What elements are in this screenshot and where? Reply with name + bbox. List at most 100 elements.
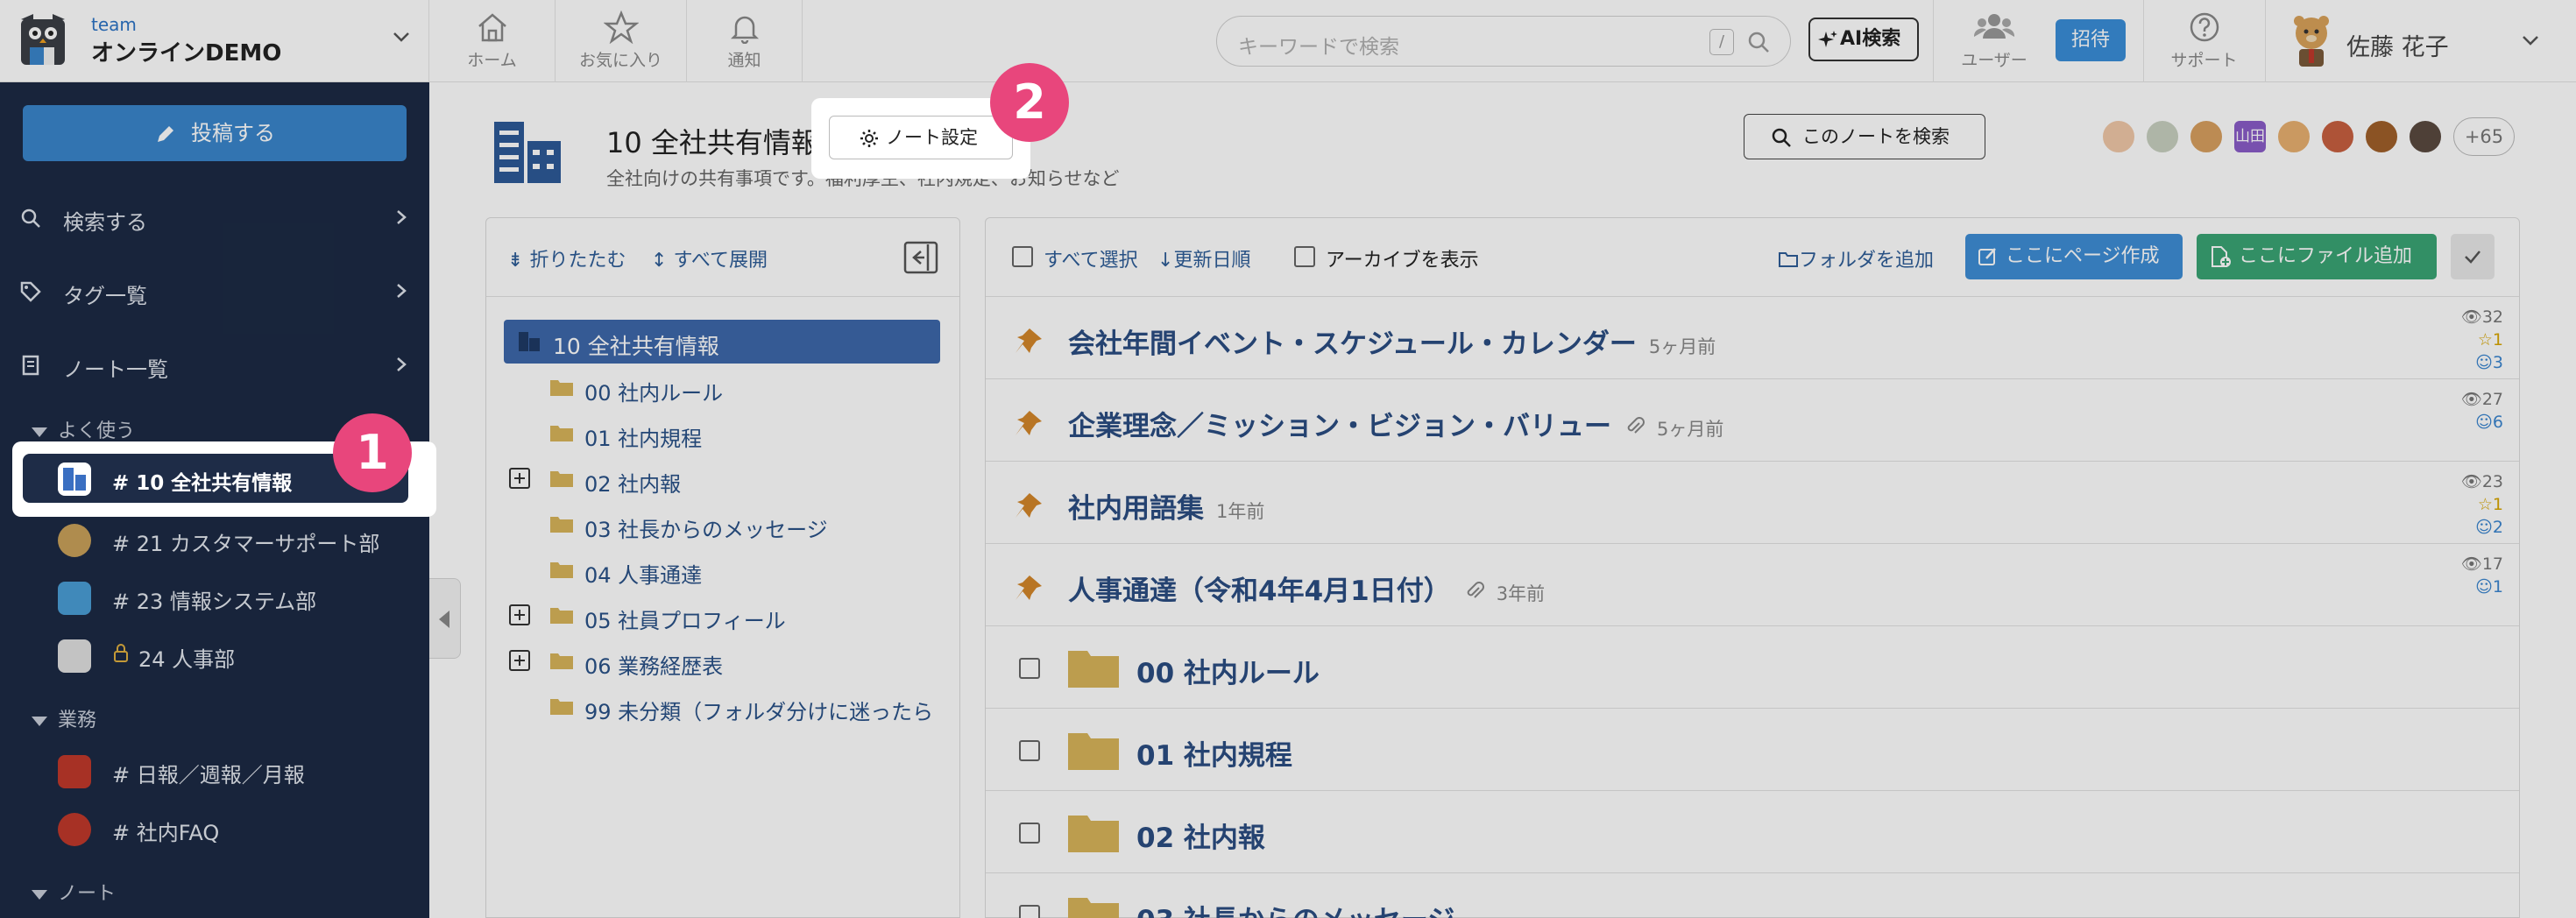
- star-icon: ☆: [2477, 495, 2493, 514]
- avatar[interactable]: [2364, 119, 2399, 154]
- paperclip-icon: [1627, 417, 1645, 434]
- select-all-checkbox[interactable]: [1012, 246, 1033, 267]
- sidebar-item-note-21[interactable]: # 21 カスタマーサポート部: [23, 513, 408, 562]
- folder-title-link[interactable]: 02 社内報: [1136, 816, 1265, 855]
- tree-item-label: 04 人事通達: [584, 563, 703, 588]
- tree-item-folder[interactable]: 04 人事通達: [486, 547, 959, 591]
- expand-all-label: すべて展開: [673, 250, 768, 272]
- list-item-folder[interactable]: 03 社長からのメッセージ: [986, 873, 2519, 918]
- tree-item-folder[interactable]: 05 社員プロフィール: [486, 593, 959, 637]
- list-item-pinned[interactable]: 企業理念／ミッション・ビジョン・バリュー 5ヶ月前 👁27 ☺6: [986, 379, 2519, 462]
- avatar[interactable]: [2320, 119, 2355, 154]
- nav-favorites[interactable]: お気に入り: [556, 0, 687, 82]
- sidebar-collapse-toggle[interactable]: [429, 578, 461, 659]
- sort-button[interactable]: ↓更新日順: [1157, 244, 1250, 272]
- list-item-folder[interactable]: 02 社内報: [986, 791, 2519, 873]
- folder-icon: [1068, 898, 1119, 918]
- tree-item-label: 10 全社共有情報: [553, 334, 719, 359]
- sidebar-section-work[interactable]: 業務: [32, 704, 96, 732]
- page-title-link[interactable]: 社内用語集 1年前: [1068, 486, 1264, 526]
- sidebar-item-notes[interactable]: ノート一覧: [0, 338, 429, 391]
- row-checkbox[interactable]: [1019, 823, 1040, 844]
- chevron-down-icon[interactable]: [2520, 30, 2541, 51]
- list-item-pinned[interactable]: 人事通達（令和4年4月1日付） 3年前 👁17 ☺1: [986, 544, 2519, 626]
- search-icon[interactable]: [1746, 30, 1771, 54]
- collapse-all-button[interactable]: ⇟ 折りたたむ: [507, 244, 626, 272]
- folder-icon: [1068, 816, 1119, 852]
- sidebar-item-daily-report[interactable]: # 日報／週報／月報: [23, 745, 408, 794]
- user-avatar[interactable]: [2285, 12, 2338, 68]
- expand-all-button[interactable]: ↕ すべて展開: [651, 244, 768, 272]
- tree-item-folder[interactable]: 00 社内ルール: [486, 365, 959, 409]
- avatar[interactable]: [2101, 119, 2136, 154]
- note-settings-button[interactable]: ノート設定: [829, 116, 1013, 159]
- folder-plus-icon: [1779, 252, 1798, 267]
- sidebar-item-note-24[interactable]: 24 人事部: [23, 629, 408, 678]
- avatar[interactable]: [2276, 119, 2311, 154]
- avatar[interactable]: 山田: [2233, 119, 2268, 154]
- folder-title-link[interactable]: 01 社内規程: [1136, 733, 1292, 773]
- row-checkbox[interactable]: [1019, 740, 1040, 761]
- avatar[interactable]: [2189, 119, 2224, 154]
- folder-icon: [550, 699, 573, 715]
- sidebar-item-search[interactable]: 検索する: [0, 191, 429, 244]
- tree-item-root[interactable]: 10 全社共有情報: [504, 320, 940, 364]
- list-item-folder[interactable]: 00 社内ルール: [986, 626, 2519, 709]
- folder-title-link[interactable]: 00 社内ルール: [1136, 651, 1320, 690]
- nav-users[interactable]: ユーザー: [1933, 0, 2056, 82]
- sidebar-section-frequent[interactable]: よく使う: [32, 415, 135, 443]
- row-checkbox[interactable]: [1019, 905, 1040, 918]
- row-checkbox[interactable]: [1019, 658, 1040, 679]
- nav-support[interactable]: サポート: [2143, 0, 2266, 82]
- sidebar-section-note[interactable]: ノート: [32, 878, 116, 906]
- tree-item-folder[interactable]: 99 未分類（フォルダ分けに迷ったら: [486, 684, 959, 728]
- folder-icon: [550, 653, 573, 669]
- nav-notifications[interactable]: 通知: [687, 0, 803, 82]
- expand-plus-icon[interactable]: [509, 604, 530, 625]
- chevron-right-icon: [397, 357, 407, 371]
- page-title-link[interactable]: 企業理念／ミッション・ビジョン・バリュー 5ヶ月前: [1068, 404, 1723, 443]
- team-switcher[interactable]: team オンラインDEMO: [0, 0, 429, 82]
- collapse-panel-icon[interactable]: [903, 241, 938, 274]
- avatar[interactable]: [2145, 119, 2180, 154]
- add-file-button[interactable]: ここにファイル追加: [2197, 234, 2437, 279]
- ai-search-button[interactable]: AI検索: [1808, 18, 1919, 61]
- folder-icon: [550, 380, 573, 396]
- pin-icon: [1016, 493, 1042, 518]
- callout-badge-2: 2: [990, 63, 1069, 142]
- tree-item-folder[interactable]: 01 社内規程: [486, 411, 959, 455]
- collapse-all-label: 折りたたむ: [529, 250, 626, 272]
- avatar[interactable]: [2408, 119, 2443, 154]
- note-search-button[interactable]: このノートを検索: [1744, 114, 1985, 159]
- tree-item-folder[interactable]: 02 社内報: [486, 456, 959, 500]
- tree-item-label: 02 社内報: [584, 472, 682, 497]
- nav-home[interactable]: ホーム: [429, 0, 556, 82]
- user-name[interactable]: 佐藤 花子: [2346, 28, 2449, 62]
- page-title-link[interactable]: 人事通達（令和4年4月1日付） 3年前: [1068, 568, 1545, 608]
- sidebar-item-faq[interactable]: # 社内FAQ: [23, 802, 408, 851]
- page-stats: 👁32 ☆1 ☺3: [2461, 306, 2503, 374]
- page-title-link[interactable]: 会社年間イベント・スケジュール・カレンダー 5ヶ月前: [1068, 321, 1716, 361]
- folder-title-link[interactable]: 03 社長からのメッセージ: [1136, 898, 1454, 918]
- sidebar-item-note-23[interactable]: # 23 情報システム部: [23, 571, 408, 620]
- post-button[interactable]: 投稿する: [23, 105, 407, 161]
- expand-plus-icon[interactable]: [509, 650, 530, 671]
- folder-icon: [550, 562, 573, 578]
- create-page-button[interactable]: ここにページ作成: [1965, 234, 2183, 279]
- more-members-badge[interactable]: +65: [2453, 117, 2515, 156]
- show-archive-checkbox[interactable]: [1294, 246, 1315, 267]
- list-item-pinned[interactable]: 社内用語集 1年前 👁23 ☆1 ☺2: [986, 462, 2519, 544]
- sidebar-item-tags[interactable]: タグ一覧: [0, 265, 429, 317]
- file-plus-icon: [2212, 246, 2231, 267]
- expand-plus-icon[interactable]: [509, 468, 530, 489]
- sparkle-icon: [1818, 31, 1837, 47]
- tree-item-folder[interactable]: 03 社長からのメッセージ: [486, 502, 959, 546]
- tree-item-folder[interactable]: 06 業務経歴表: [486, 639, 959, 682]
- list-item-pinned[interactable]: 会社年間イベント・スケジュール・カレンダー 5ヶ月前 👁32 ☆1 ☺3: [986, 297, 2519, 379]
- bulk-action-button[interactable]: [2451, 234, 2495, 279]
- star-icon: [603, 11, 639, 44]
- list-item-folder[interactable]: 01 社内規程: [986, 709, 2519, 791]
- invite-button[interactable]: 招待: [2056, 19, 2126, 61]
- add-folder-button[interactable]: フォルダを追加: [1778, 244, 1934, 272]
- search-input[interactable]: キーワードで検索 /: [1216, 16, 1791, 67]
